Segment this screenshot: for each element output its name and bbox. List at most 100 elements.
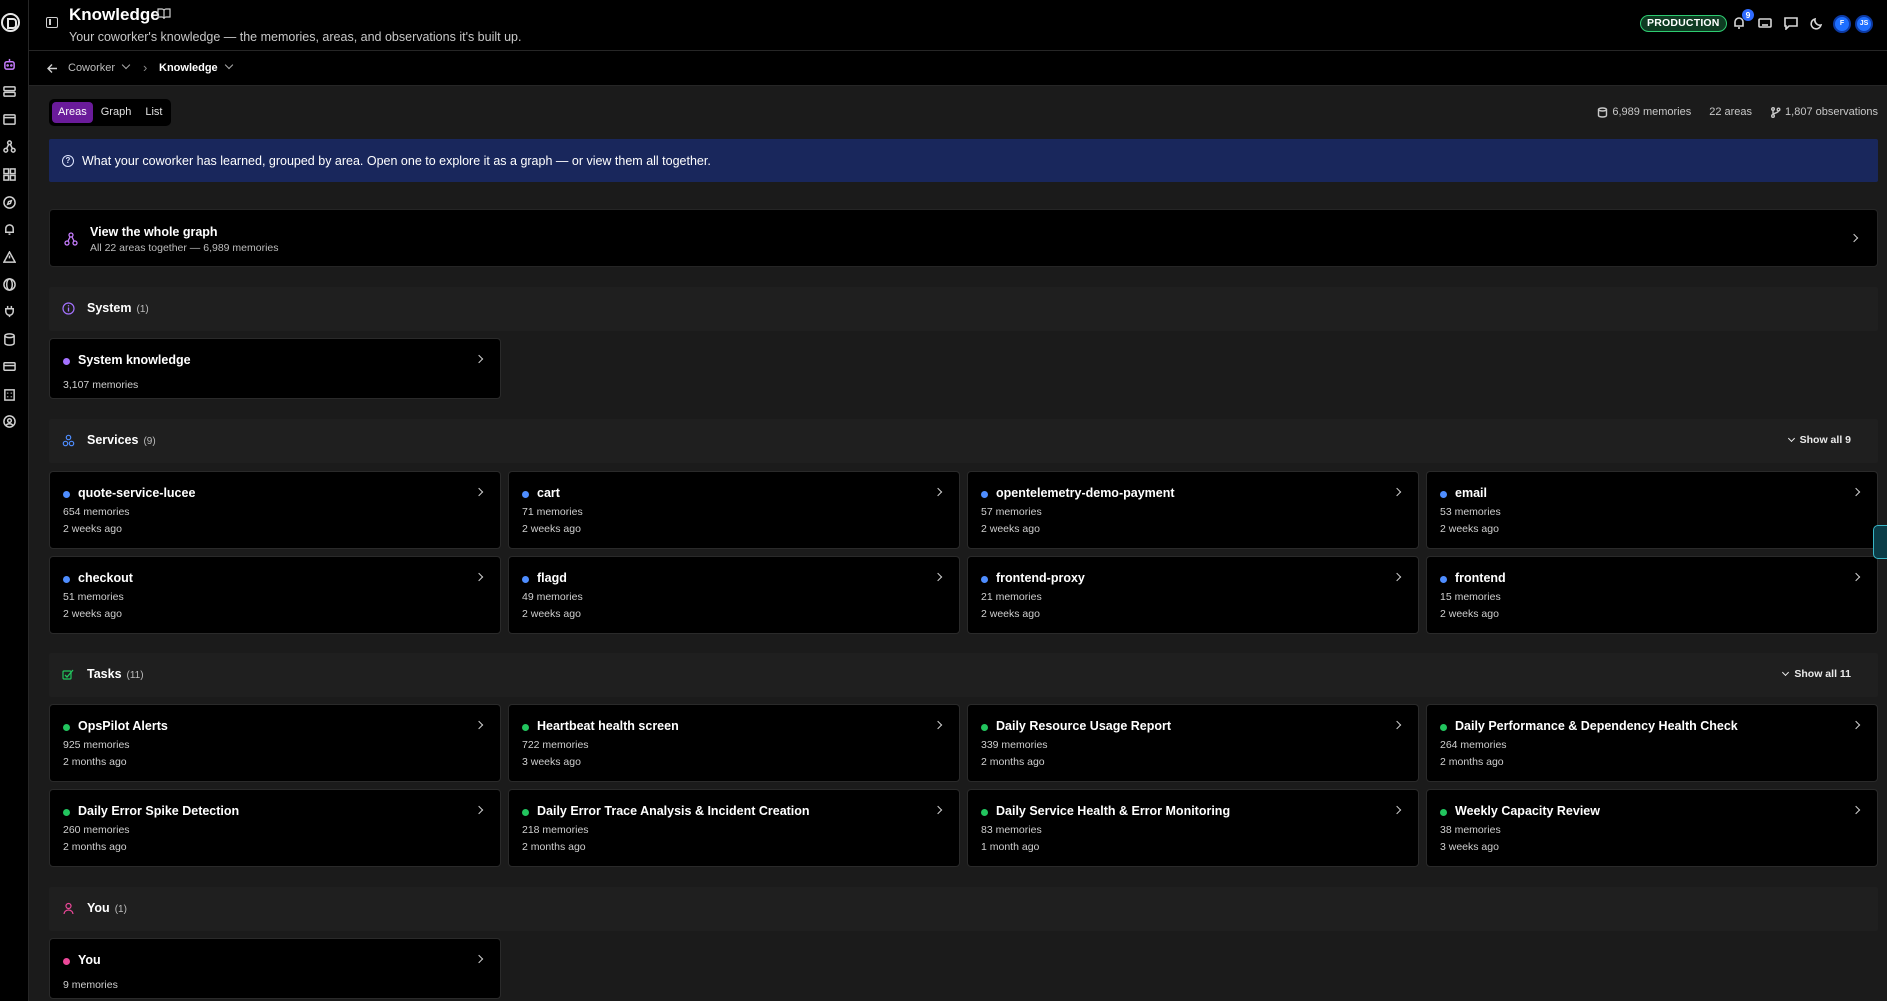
branch-icon [1771,106,1781,118]
show-all-services-button[interactable]: Show all 9 [1787,434,1851,446]
server-icon[interactable] [2,84,16,98]
area-card[interactable]: Daily Error Trace Analysis & Incident Cr… [508,789,960,867]
assistant-launcher-icon[interactable] [1873,525,1887,559]
tab-list[interactable]: List [139,102,168,123]
chevron-down-icon [121,60,131,70]
breadcrumb-knowledge[interactable]: Knowledge [159,60,233,74]
database-icon [1598,106,1608,118]
user-circle-icon[interactable] [2,414,16,428]
area-card-memories: 38 memories [1440,824,1501,836]
area-card[interactable]: System knowledge 3,107 memories [49,338,501,399]
keyboard-icon[interactable] [1758,16,1772,30]
area-card[interactable]: Heartbeat health screen 722 memories 3 wee… [508,704,960,782]
bell-icon[interactable] [2,222,16,236]
window-icon[interactable] [2,112,16,126]
back-arrow-icon[interactable] [47,63,58,74]
area-card[interactable]: quote-service-lucee 654 memories 2 weeks a… [49,471,501,549]
status-dot [981,809,988,816]
chevron-right-icon [1851,720,1861,730]
area-card[interactable]: opentelemetry-demo-payment 57 memories 2 w… [967,471,1419,549]
view-whole-graph-card[interactable]: View the whole graph All 22 areas togeth… [49,209,1878,267]
area-card-title: frontend [1455,571,1506,585]
chevron-right-icon [474,720,484,730]
chevron-right-icon [1851,572,1861,582]
chevron-right-icon [1849,233,1859,243]
left-rail [0,0,29,1001]
user-icon [63,902,74,915]
section-title: Services (9) [87,433,156,447]
status-dot [981,724,988,731]
avatar[interactable]: F [1833,15,1851,33]
globe-icon[interactable] [2,277,16,291]
area-card-title: You [78,953,101,967]
notification-count-badge: 9 [1742,9,1754,21]
area-card-time: 3 weeks ago [522,756,581,768]
area-card-time: 2 weeks ago [1440,523,1499,535]
status-dot [522,491,529,498]
area-card-title: frontend-proxy [996,571,1085,585]
area-card-memories: 654 memories [63,506,130,518]
chat-icon[interactable] [1784,16,1798,31]
tab-areas[interactable]: Areas [52,102,93,123]
chevron-right-icon [474,954,484,964]
section-title: System (1) [87,301,149,315]
area-card-time: 2 weeks ago [981,523,1040,535]
building-icon[interactable] [2,387,16,401]
card-icon[interactable] [2,359,16,373]
book-icon[interactable] [157,8,171,20]
tab-graph[interactable]: Graph [95,102,138,123]
status-dot [63,724,70,731]
section-count: (9) [143,436,156,447]
sidebar-toggle-icon[interactable] [46,17,58,28]
environment-badge[interactable]: PRODUCTION [1640,15,1727,32]
area-card[interactable]: Daily Resource Usage Report 339 memories 2… [967,704,1419,782]
database-icon[interactable] [2,332,16,346]
moon-icon[interactable] [1810,16,1824,30]
area-card-title: cart [537,486,560,500]
status-dot [63,809,70,816]
area-card-memories: 264 memories [1440,739,1507,751]
area-card-title: quote-service-lucee [78,486,196,500]
area-card-memories: 21 memories [981,591,1042,603]
area-card-title: checkout [78,571,133,585]
status-dot [1440,724,1447,731]
area-card-time: 2 months ago [63,841,127,853]
show-all-tasks-button[interactable]: Show all 11 [1782,668,1851,680]
area-card-memories: 51 memories [63,591,124,603]
status-dot [63,576,70,583]
area-card-title: email [1455,486,1487,500]
area-card[interactable]: OpsPilot Alerts 925 memories 2 months ago [49,704,501,782]
area-card[interactable]: email 53 memories 2 weeks ago [1426,471,1878,549]
area-card[interactable]: frontend 15 memories 2 weeks ago [1426,556,1878,634]
area-card-time: 2 weeks ago [63,608,122,620]
area-card[interactable]: checkout 51 memories 2 weeks ago [49,556,501,634]
area-card-memories: 260 memories [63,824,130,836]
app-logo[interactable] [1,13,20,32]
area-card[interactable]: frontend-proxy 21 memories 2 weeks ago [967,556,1419,634]
grid-icon[interactable] [2,167,16,181]
area-card[interactable]: Daily Error Spike Detection 260 memories 2… [49,789,501,867]
alert-icon[interactable] [2,250,16,264]
chevron-right-icon [933,805,943,815]
chevron-down-icon [1787,434,1795,443]
robot-icon[interactable] [2,57,16,71]
area-card[interactable]: You 9 memories [49,938,501,999]
area-card-title: Heartbeat health screen [537,719,679,733]
area-card[interactable]: cart 71 memories 2 weeks ago [508,471,960,549]
area-card-time: 2 weeks ago [1440,608,1499,620]
status-dot [522,724,529,731]
section-tasks: Tasks (11) Show all 11 [49,653,1878,697]
topology-icon[interactable] [2,139,16,153]
area-card[interactable]: Daily Service Health & Error Monitoring 8… [967,789,1419,867]
section-count: (11) [126,670,144,681]
chevron-right-icon [1392,572,1402,582]
area-card[interactable]: Weekly Capacity Review 38 memories 3 weeks… [1426,789,1878,867]
breadcrumb-coworker[interactable]: Coworker [68,60,131,74]
compass-icon[interactable] [2,195,16,209]
user-avatar[interactable]: JS [1855,15,1873,33]
plug-icon[interactable] [2,304,16,318]
area-card-memories: 339 memories [981,739,1048,751]
area-card[interactable]: Daily Performance & Dependency Health Ch… [1426,704,1878,782]
area-card[interactable]: flagd 49 memories 2 weeks ago [508,556,960,634]
area-card-memories: 49 memories [522,591,583,603]
